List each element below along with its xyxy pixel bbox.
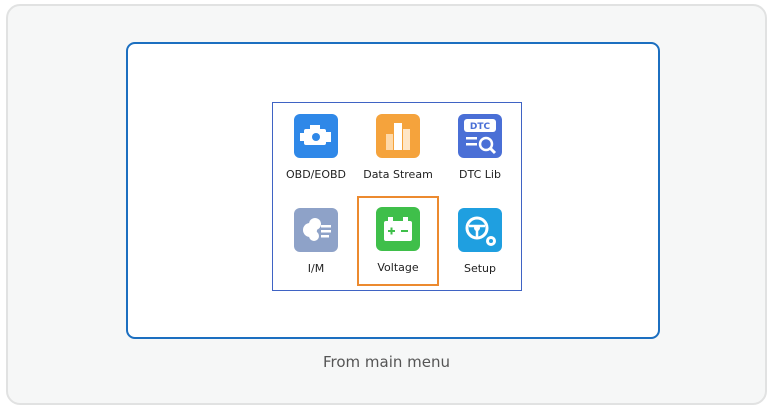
menu-item-i-m[interactable]: I/M <box>275 198 357 288</box>
emission-cloud-icon <box>294 208 338 252</box>
device-screen: OBD/EOBD Data Stream DTC DTC Lib I/M Vol… <box>126 42 660 339</box>
steering-gear-icon <box>458 208 502 252</box>
main-menu-grid: OBD/EOBD Data Stream DTC DTC Lib I/M Vol… <box>272 102 522 291</box>
engine-icon <box>294 114 338 158</box>
menu-item-label: Setup <box>463 262 497 275</box>
menu-item-label: Voltage <box>377 261 419 274</box>
menu-item-setup[interactable]: Setup <box>439 198 521 288</box>
menu-item-obd-eobd[interactable]: OBD/EOBD <box>275 104 357 194</box>
menu-item-voltage[interactable]: Voltage <box>357 196 439 286</box>
menu-item-label: Data Stream <box>363 168 433 181</box>
menu-item-label: DTC Lib <box>459 168 501 181</box>
bar-chart-icon <box>376 114 420 158</box>
battery-icon <box>376 207 420 251</box>
caption: From main menu <box>322 353 451 371</box>
menu-item-label: I/M <box>307 262 325 275</box>
svg-text:DTC: DTC <box>470 122 491 132</box>
dtc-search-icon: DTC <box>458 114 502 158</box>
menu-item-dtc-lib[interactable]: DTC DTC Lib <box>439 104 521 194</box>
menu-item-label: OBD/EOBD <box>285 168 346 181</box>
illustration-card: OBD/EOBD Data Stream DTC DTC Lib I/M Vol… <box>6 4 767 405</box>
menu-item-data-stream[interactable]: Data Stream <box>357 104 439 194</box>
